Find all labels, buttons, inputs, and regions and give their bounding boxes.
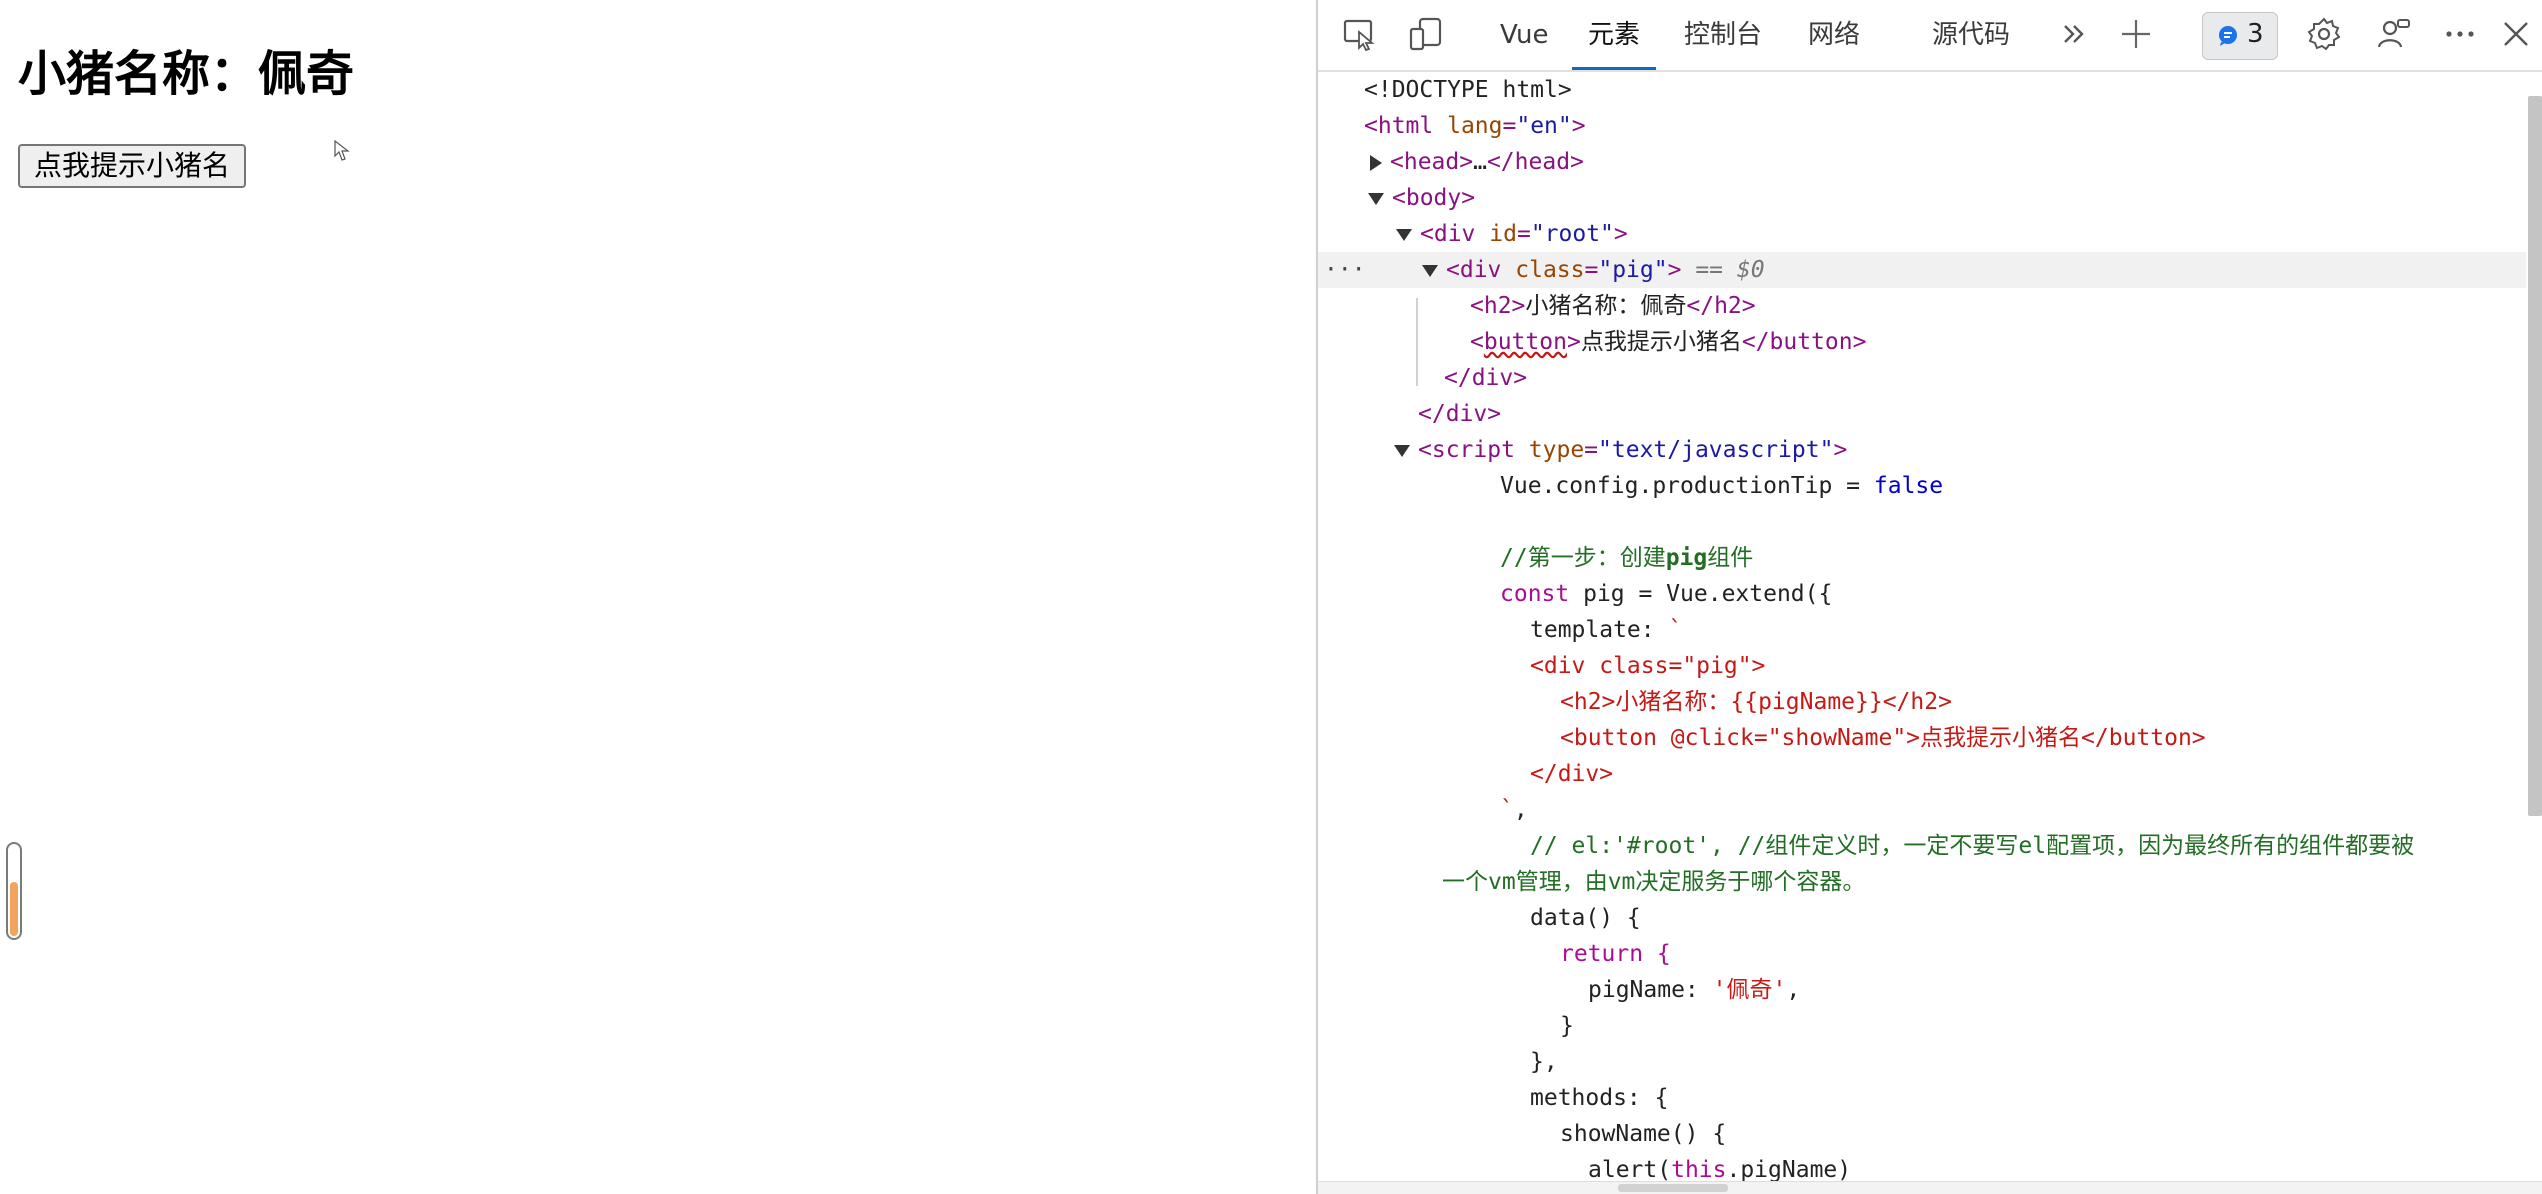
code-line-h2[interactable]: <h2>小猪名称：佩奇</h2> — [1318, 288, 2526, 324]
code-line[interactable]: </div> — [1318, 360, 2526, 396]
show-name-button[interactable]: 点我提示小猪名 — [18, 144, 247, 188]
devtools-toolbar: Vue 元素 控制台 网络 源代码 3 — [1318, 0, 2542, 72]
code-line[interactable]: <html lang="en"> — [1318, 108, 2526, 144]
collapse-arrow-icon[interactable] — [1394, 444, 1410, 457]
more-options-icon[interactable] — [2442, 16, 2478, 52]
tab-elements[interactable]: 元素 — [1571, 16, 1657, 70]
issues-count: 3 — [2247, 19, 2264, 49]
vertical-scrollbar-thumb[interactable] — [2528, 96, 2542, 816]
collapse-arrow-icon[interactable] — [1396, 228, 1412, 241]
horizontal-scrollbar[interactable] — [1318, 1181, 2542, 1194]
code-line: <button @click="showName">点我提示小猪名</butto… — [1560, 725, 2206, 751]
add-tab-plus-icon[interactable] — [2118, 16, 2154, 52]
inspect-element-icon[interactable] — [1342, 16, 1378, 52]
more-actions-dots[interactable]: ··· — [1324, 252, 1366, 288]
code-line-root-div[interactable]: <div id="root"> — [1318, 216, 2526, 252]
code-line: }, — [1530, 1049, 1558, 1075]
tab-console[interactable]: 控制台 — [1684, 16, 1762, 54]
code-line: showName() { — [1560, 1121, 1727, 1147]
devtools-panel: Vue 元素 控制台 网络 源代码 3 <!DOCTYPE html> <htm… — [1316, 0, 2542, 1194]
code-line: <div class="pig"> — [1530, 653, 1766, 679]
code-comment: // el:'#root', //组件定义时，一定不要写el配置项，因为最终所有… — [1530, 833, 2415, 859]
code-line: <h2>小猪名称：{{pigName}}</h2> — [1560, 689, 1952, 715]
code-comment: //第一步：创建pig组件 — [1500, 545, 1754, 571]
mouse-cursor-icon — [334, 140, 350, 161]
code-line-body[interactable]: <body> — [1318, 180, 2526, 216]
code-line: alert(this.pigName) — [1588, 1157, 1852, 1182]
device-emulation-icon[interactable] — [1408, 16, 1444, 52]
code-line: template: ` — [1530, 617, 1683, 643]
code-line: pigName: '佩奇', — [1588, 977, 1801, 1003]
more-tabs-chevron-icon[interactable] — [2056, 16, 2092, 52]
code-line[interactable]: <!DOCTYPE html> — [1318, 72, 2526, 108]
code-line: data() { — [1530, 905, 1641, 931]
code-line-head[interactable]: <head>…</head> — [1318, 144, 2526, 180]
volume-slider[interactable] — [6, 842, 22, 940]
code-line: } — [1560, 1013, 1574, 1039]
selected-node-marker: == $0 — [1695, 257, 1765, 283]
user-profile-icon[interactable] — [2376, 16, 2412, 52]
collapse-arrow-icon[interactable] — [1422, 264, 1438, 277]
code-comment: 一个vm管理，由vm决定服务于哪个容器。 — [1442, 869, 1866, 895]
page-preview: 小猪名称：佩奇 点我提示小猪名 — [0, 0, 1316, 1194]
pig-name-heading: 小猪名称：佩奇 — [18, 46, 355, 102]
collapse-arrow-icon[interactable] — [1368, 192, 1384, 205]
expand-arrow-icon[interactable] — [1370, 154, 1382, 171]
message-bubble-icon — [2219, 26, 2237, 46]
code-line: </div> — [1530, 761, 1614, 787]
code-line: return { — [1560, 941, 1671, 967]
tab-sources[interactable]: 源代码 — [1932, 16, 2010, 54]
code-line: const pig = Vue.extend({ — [1500, 581, 1833, 607]
code-line[interactable]: </div> — [1318, 396, 2526, 432]
close-devtools-icon[interactable] — [2498, 16, 2534, 52]
issues-badge[interactable]: 3 — [2202, 12, 2278, 60]
settings-gear-icon[interactable] — [2306, 16, 2342, 52]
code-line: methods: { — [1530, 1085, 1669, 1111]
code-line: `, — [1500, 797, 1528, 823]
code-line-button[interactable]: <button>点我提示小猪名</button> — [1318, 324, 2526, 360]
elements-tree: <!DOCTYPE html> <html lang="en"> <head>…… — [1318, 72, 2526, 1182]
code-line-script[interactable]: <script type="text/javascript"> — [1318, 432, 2526, 468]
code-line: Vue.config.productionTip = false — [1500, 473, 1944, 499]
tab-vue[interactable]: Vue — [1500, 16, 1549, 54]
tab-network[interactable]: 网络 — [1808, 16, 1860, 54]
code-line-pig-div-selected[interactable]: ··· <div class="pig"> == $0 — [1318, 252, 2526, 288]
